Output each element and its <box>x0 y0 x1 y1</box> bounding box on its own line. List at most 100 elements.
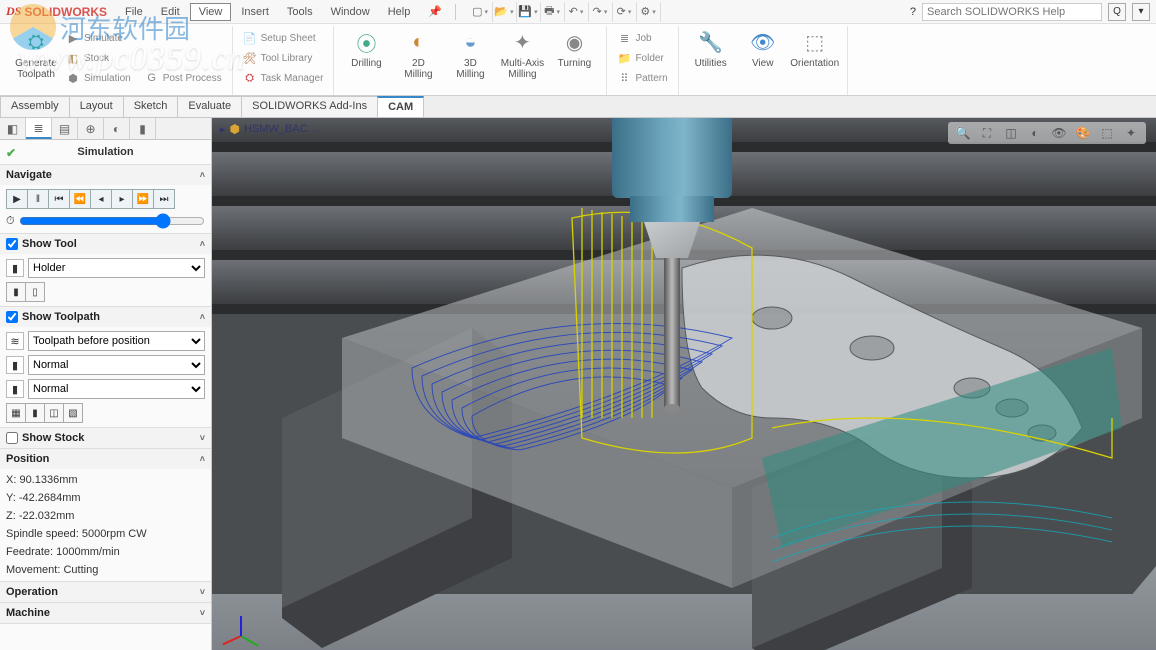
qat-options-icon[interactable]: ⚙ <box>639 2 661 22</box>
vp-scene-icon[interactable]: ⬚ <box>1098 124 1116 142</box>
menu-pin-icon[interactable]: 📌 <box>420 3 450 20</box>
drilling-icon: ⦿ <box>352 28 380 56</box>
tab-layout[interactable]: Layout <box>69 96 124 117</box>
vp-view-icon[interactable]: 👁 <box>1050 124 1068 142</box>
section-position: Position˄ X: 90.1336mm Y: -42.2684mm Z: … <box>0 449 211 582</box>
tab-addins[interactable]: SOLIDWORKS Add-Ins <box>241 96 378 117</box>
normal1-select[interactable]: Normal <box>28 355 205 375</box>
pathmode-icon: ≋ <box>6 332 24 350</box>
nav-end-button[interactable]: ⏭ <box>153 189 175 209</box>
vp-appear-icon[interactable]: 🎨 <box>1074 124 1092 142</box>
2d-milling-button[interactable]: ◐2D Milling <box>392 26 444 82</box>
orientation-button[interactable]: ⬚Orientation <box>789 26 841 71</box>
nav-step-back-button[interactable]: ◂ <box>90 189 112 209</box>
panel-tab-2[interactable]: ≣ <box>26 118 52 139</box>
vp-display-icon[interactable]: ◐ <box>1026 124 1044 142</box>
tab-evaluate[interactable]: Evaluate <box>177 96 242 117</box>
normal2-icon: ▮ <box>6 380 24 398</box>
panel-tab-4[interactable]: ⊕ <box>78 118 104 139</box>
panel-tab-3[interactable]: ▤ <box>52 118 78 139</box>
panel-tab-1[interactable]: ◧ <box>0 118 26 139</box>
multiaxis-button[interactable]: ✦Multi-Axis Milling <box>496 26 548 82</box>
tool-opt1-button[interactable]: ▮ <box>6 282 26 302</box>
tool-opt2-button[interactable]: ▯ <box>25 282 45 302</box>
pos-z: Z: -22.032mm <box>6 509 205 523</box>
qat-print-icon[interactable]: 🖶 <box>543 2 565 22</box>
tab-sketch[interactable]: Sketch <box>123 96 179 117</box>
section-operation: Operation˅ <box>0 582 211 603</box>
vp-fit-icon[interactable]: ⛶ <box>978 124 996 142</box>
ok-icon[interactable]: ✔ <box>6 146 16 160</box>
qat-undo-icon[interactable]: ↶ <box>567 2 589 22</box>
setup-sheet-button[interactable]: 📄Setup Sheet <box>239 28 328 48</box>
panel-title: ✔ Simulation <box>0 140 211 165</box>
position-header[interactable]: Position˄ <box>0 449 211 469</box>
show-tool-header[interactable]: Show Tool˄ <box>0 234 211 254</box>
show-tool-checkbox[interactable] <box>6 238 18 250</box>
folder-icon: 📁 <box>617 51 631 65</box>
feature-manager-panel: ◧ ≣ ▤ ⊕ ◐ ▮ ✔ Simulation Navigate˄ ▶ ‖ ⏮… <box>0 118 212 650</box>
menu-insert[interactable]: Insert <box>233 4 277 20</box>
show-toolpath-header[interactable]: Show Toolpath˄ <box>0 307 211 327</box>
view-button[interactable]: 👁View <box>737 26 789 71</box>
nav-start-button[interactable]: ⏮ <box>48 189 70 209</box>
panel-tab-6[interactable]: ▮ <box>130 118 156 139</box>
menu-help[interactable]: Help <box>380 4 419 20</box>
job-button[interactable]: ≣Job <box>613 28 671 48</box>
holder-select[interactable]: Holder <box>28 258 205 278</box>
tab-cam[interactable]: CAM <box>377 96 424 117</box>
navigate-header[interactable]: Navigate˄ <box>0 165 211 185</box>
3d-milling-button[interactable]: ◒3D Milling <box>444 26 496 82</box>
qat-rebuild-icon[interactable]: ⟳ <box>615 2 637 22</box>
menu-tools[interactable]: Tools <box>279 4 321 20</box>
nav-step-fwd-button[interactable]: ▸ <box>111 189 133 209</box>
nav-play-button[interactable]: ▶ <box>6 189 28 209</box>
tab-assembly[interactable]: Assembly <box>0 96 70 117</box>
menu-window[interactable]: Window <box>323 4 378 20</box>
nav-pause-button[interactable]: ‖ <box>27 189 49 209</box>
qat-new-icon[interactable]: ▢ <box>471 2 493 22</box>
pattern-button[interactable]: ⠿Pattern <box>613 68 671 88</box>
menu-view[interactable]: View <box>190 3 232 21</box>
section-navigate: Navigate˄ ▶ ‖ ⏮ ⏪ ◂ ▸ ⏩ ⏭ ⏱ <box>0 165 211 234</box>
qat-open-icon[interactable]: 📂 <box>495 2 517 22</box>
help-search: ? Q ▾ <box>910 3 1150 21</box>
operation-header[interactable]: Operation˅ <box>0 582 211 602</box>
tp-opt1[interactable]: ▦ <box>6 403 26 423</box>
folder-button[interactable]: 📁Folder <box>613 48 671 68</box>
search-button[interactable]: Q <box>1108 3 1126 21</box>
tp-opt4[interactable]: ▧ <box>63 403 83 423</box>
vp-section-icon[interactable]: ◫ <box>1002 124 1020 142</box>
turning-button[interactable]: ◉Turning <box>548 26 600 71</box>
breadcrumb[interactable]: ▸⬢HSMW_BAC… <box>220 122 319 136</box>
vp-zoom-icon[interactable]: 🔍 <box>954 124 972 142</box>
show-stock-header[interactable]: Show Stock˅ <box>0 428 211 448</box>
search-dropdown-icon[interactable]: ▾ <box>1132 3 1150 21</box>
qat-redo-icon[interactable]: ↷ <box>591 2 613 22</box>
utilities-button[interactable]: 🔧Utilities <box>685 26 737 71</box>
chevron-up-icon: ˄ <box>200 170 205 180</box>
tp-opt3[interactable]: ◫ <box>44 403 64 423</box>
drilling-button[interactable]: ⦿Drilling <box>340 26 392 71</box>
cnc-scene <box>212 118 1156 650</box>
pos-move: Movement: Cutting <box>6 563 205 577</box>
tp-opt2[interactable]: ▮ <box>25 403 45 423</box>
vp-render-icon[interactable]: ✦ <box>1122 124 1140 142</box>
qat-save-icon[interactable]: 💾 <box>519 2 541 22</box>
show-stock-checkbox[interactable] <box>6 432 18 444</box>
tool-library-button[interactable]: 🛠Tool Library <box>239 48 328 68</box>
graphics-viewport[interactable]: ▸⬢HSMW_BAC… 🔍 ⛶ ◫ ◐ 👁 🎨 ⬚ ✦ <box>212 118 1156 650</box>
toolpath-mode-select[interactable]: Toolpath before position <box>28 331 205 351</box>
task-manager-button[interactable]: ⛭Task Manager <box>239 68 328 88</box>
speed-slider[interactable] <box>19 213 205 229</box>
panel-tab-5[interactable]: ◐ <box>104 118 130 139</box>
panel-tab-strip: ◧ ≣ ▤ ⊕ ◐ ▮ <box>0 118 211 140</box>
nav-fwd-button[interactable]: ⏩ <box>132 189 154 209</box>
machine-header[interactable]: Machine˅ <box>0 603 211 623</box>
normal2-select[interactable]: Normal <box>28 379 205 399</box>
holder-icon: ▮ <box>6 259 24 277</box>
show-toolpath-checkbox[interactable] <box>6 311 18 323</box>
search-input[interactable] <box>922 3 1102 21</box>
orientation-triad[interactable] <box>218 600 262 644</box>
nav-back-button[interactable]: ⏪ <box>69 189 91 209</box>
